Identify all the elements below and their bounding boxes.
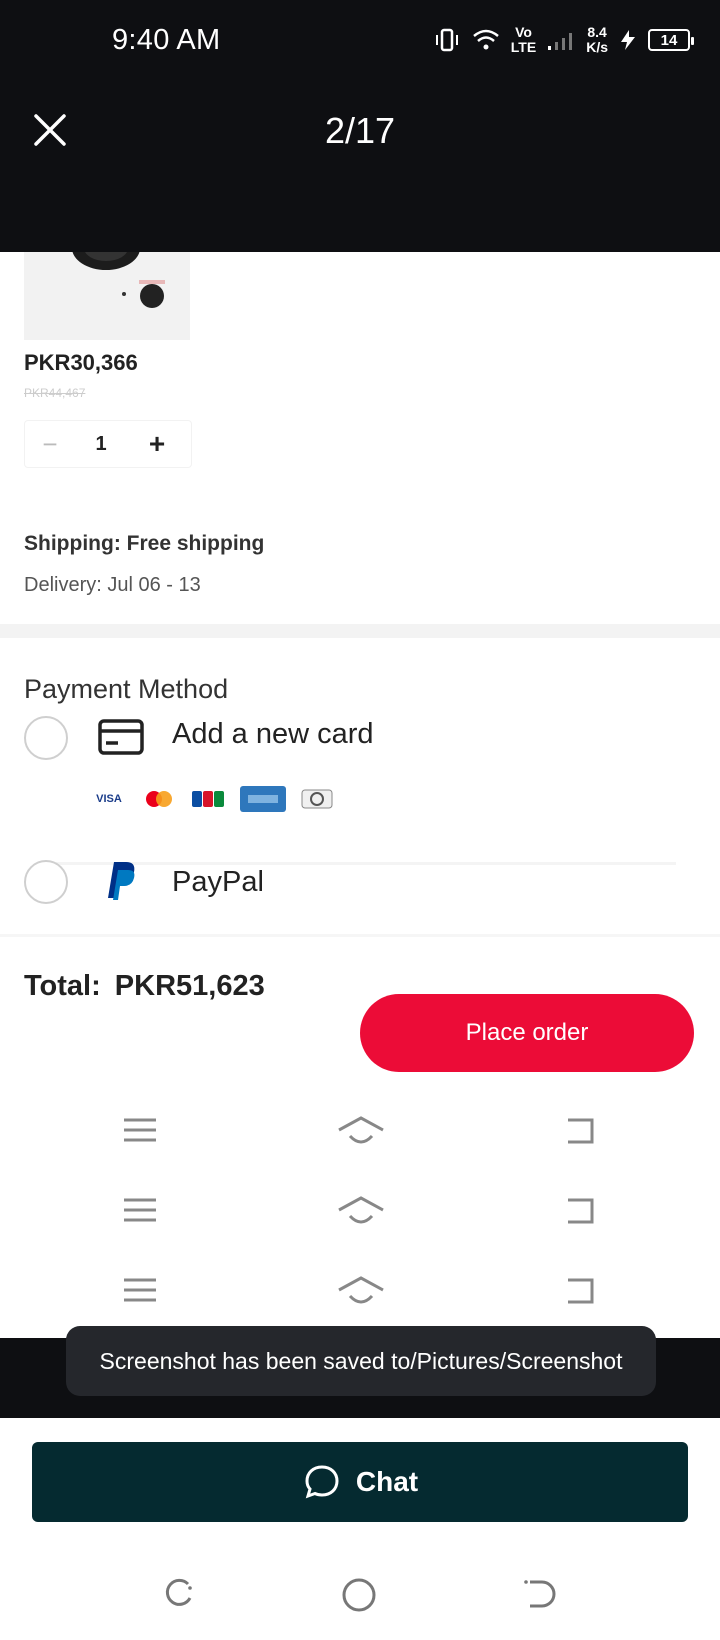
product-price: PKR30,366 xyxy=(24,350,138,375)
status-icons: Vo LTE 8.4 K/s 14 xyxy=(433,20,694,60)
charging-icon xyxy=(621,30,635,50)
menu-icon xyxy=(124,1198,156,1222)
home-icon xyxy=(338,1116,384,1144)
product-image[interactable] xyxy=(24,252,190,340)
system-nav-bar xyxy=(0,1560,720,1630)
smartwatch-icon xyxy=(72,252,165,308)
menu-icon xyxy=(124,1278,156,1302)
payment-method-title: Payment Method xyxy=(24,674,229,704)
back-button-icon[interactable] xyxy=(520,1576,556,1612)
wifi-icon xyxy=(472,29,499,50)
chat-label: Chat xyxy=(355,1466,419,1497)
captured-nav-row xyxy=(0,1276,720,1326)
option-divider xyxy=(56,862,676,865)
clock: 9:40 AM xyxy=(112,24,221,56)
order-total: Total: PKR51,623 xyxy=(24,970,265,1003)
screenshot-saved-toast: Screenshot has been saved to/Pictures/Sc… xyxy=(66,1326,656,1396)
total-value: PKR51,623 xyxy=(114,970,265,1002)
add-new-card-label[interactable]: Add a new card xyxy=(172,718,374,751)
place-order-button[interactable]: Place order xyxy=(360,994,694,1072)
volte-indicator: Vo LTE xyxy=(510,24,537,55)
home-icon xyxy=(338,1196,384,1224)
quantity-value: 1 xyxy=(95,432,107,455)
chat-button[interactable]: Chat xyxy=(32,1442,688,1522)
amex-logo xyxy=(240,786,286,812)
total-label: Total: xyxy=(24,970,101,1002)
shipping-info: Shipping: Free shipping xyxy=(24,532,265,555)
menu-icon xyxy=(124,1118,156,1142)
original-price: PKR44,467 xyxy=(24,386,86,400)
image-counter: 2/17 xyxy=(324,110,396,151)
increase-quantity-button[interactable]: + xyxy=(127,428,187,460)
home-button-icon[interactable] xyxy=(340,1576,378,1614)
paypal-radio[interactable] xyxy=(24,860,68,904)
jcb-logo xyxy=(192,791,224,807)
paypal-icon xyxy=(108,862,135,900)
signal-icon xyxy=(548,33,573,50)
back-icon xyxy=(568,1278,594,1304)
network-speed: 8.4 K/s xyxy=(586,24,608,55)
home-icon xyxy=(338,1276,384,1304)
delivery-info: Delivery: Jul 06 - 13 xyxy=(24,574,201,596)
vibrate-icon xyxy=(435,28,458,52)
section-divider xyxy=(0,624,720,638)
diners-logo xyxy=(301,789,333,809)
add-card-radio[interactable] xyxy=(24,716,68,760)
viewer-header xyxy=(0,80,720,252)
captured-nav-row xyxy=(0,1116,720,1166)
section-divider xyxy=(0,934,720,937)
back-icon xyxy=(568,1198,594,1224)
viewed-screenshot: PKR30,366 PKR44,467 − 1 + Shipping: Free… xyxy=(0,252,720,1338)
quantity-stepper: − 1 + xyxy=(24,420,192,468)
chat-bubble-icon xyxy=(305,1465,339,1499)
visa-logo: VISA xyxy=(96,793,122,805)
recents-icon[interactable] xyxy=(160,1576,196,1612)
paypal-label[interactable]: PayPal xyxy=(172,866,264,899)
decrease-quantity-button[interactable]: − xyxy=(25,429,75,460)
battery-indicator: 14 xyxy=(648,29,694,51)
captured-nav-row xyxy=(0,1196,720,1246)
card-brands: VISA xyxy=(90,786,334,812)
status-bar: 9:40 AM Vo LTE 8.4 K/s 14 xyxy=(0,0,720,80)
credit-card-icon xyxy=(98,719,144,755)
mastercard-logo xyxy=(146,791,172,807)
back-icon xyxy=(568,1118,594,1144)
